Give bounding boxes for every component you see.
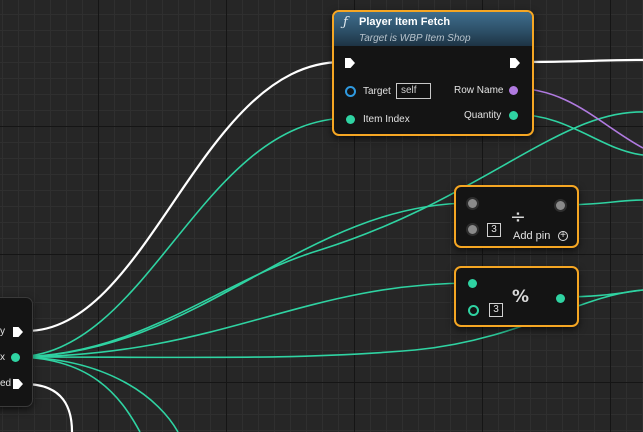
exec-out-pin[interactable] bbox=[510, 58, 520, 68]
node-subtitle: Target is WBP Item Shop bbox=[359, 33, 471, 44]
exec-wire-out[interactable] bbox=[519, 58, 643, 64]
node-header[interactable]: ƒ Player Item Fetch Target is WBP Item S… bbox=[334, 12, 532, 46]
function-icon: ƒ bbox=[343, 15, 348, 30]
target-self-field[interactable]: self bbox=[396, 83, 431, 99]
modulo-input-b-field[interactable]: 3 bbox=[489, 303, 503, 317]
divide-output-pin[interactable] bbox=[556, 201, 565, 210]
item-index-pin[interactable] bbox=[346, 115, 355, 124]
modulo-input-wire[interactable] bbox=[13, 282, 473, 358]
left-node-exec-out2-pin[interactable] bbox=[13, 379, 23, 389]
divide-input-b-field[interactable]: 3 bbox=[487, 223, 501, 237]
modulo-input-b-pin[interactable] bbox=[468, 305, 479, 316]
quantity-label: Quantity bbox=[464, 110, 502, 121]
target-pin[interactable] bbox=[345, 86, 356, 97]
item-index-label: Item Index bbox=[363, 114, 410, 125]
exec-in-pin[interactable] bbox=[345, 58, 355, 68]
add-pin-label[interactable]: Add pin bbox=[513, 230, 550, 242]
left-node-pin1-label: y bbox=[0, 326, 5, 337]
left-node-pin2-label: x bbox=[0, 352, 5, 363]
left-node[interactable]: y x ed bbox=[0, 297, 33, 407]
divide-input-a-pin[interactable] bbox=[468, 199, 477, 208]
left-node-index-out-pin[interactable] bbox=[11, 353, 20, 362]
row-name-label: Row Name bbox=[454, 85, 504, 96]
quantity-pin[interactable] bbox=[509, 111, 518, 120]
left-node-exec-out-pin[interactable] bbox=[13, 327, 23, 337]
divide-symbol: ÷ bbox=[510, 206, 526, 228]
modulo-input-a-pin[interactable] bbox=[468, 279, 477, 288]
player-item-fetch-node[interactable]: ƒ Player Item Fetch Target is WBP Item S… bbox=[332, 10, 534, 136]
node-title: Player Item Fetch bbox=[359, 16, 451, 28]
modulo-output-pin[interactable] bbox=[556, 294, 565, 303]
divide-input-b-pin[interactable] bbox=[468, 225, 477, 234]
index-wire-out-3[interactable] bbox=[13, 356, 179, 432]
target-label: Target bbox=[363, 86, 391, 97]
row-name-pin[interactable] bbox=[509, 86, 518, 95]
modulo-node[interactable]: % 3 bbox=[454, 266, 579, 327]
left-node-pin3-label: ed bbox=[0, 378, 12, 389]
divide-node[interactable]: ÷ 3 Add pin + bbox=[454, 185, 579, 248]
modulo-symbol: % bbox=[512, 287, 530, 307]
add-pin-icon[interactable]: + bbox=[558, 231, 568, 241]
exec-wire-to-fetch[interactable] bbox=[25, 60, 343, 333]
